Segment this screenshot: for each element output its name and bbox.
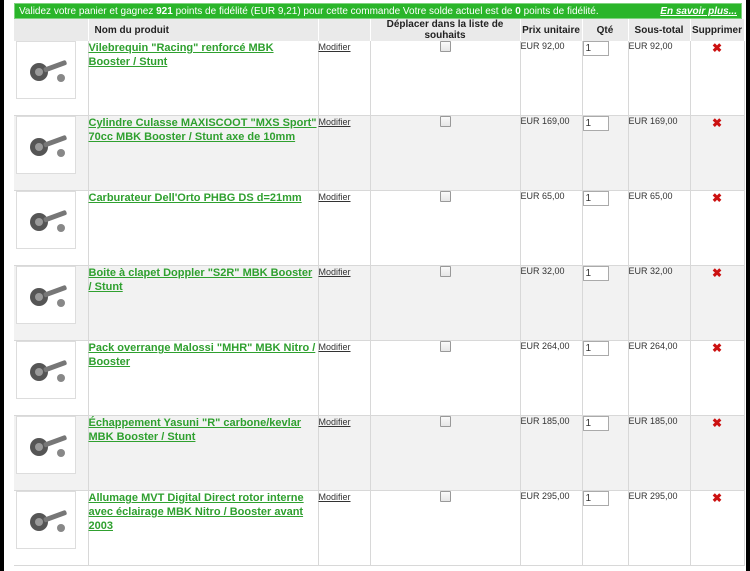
modify-link[interactable]: Modifier <box>319 117 351 127</box>
modify-link[interactable]: Modifier <box>319 417 351 427</box>
wishlist-checkbox[interactable] <box>439 416 451 427</box>
cart-frame: Validez votre panier et gagnez 921 point… <box>4 0 746 571</box>
cart-row: Cylindre Culasse MAXISCOOT "MXS Sport" 7… <box>14 115 745 191</box>
subtotal: EUR 264,00 <box>628 340 691 416</box>
loyalty-banner: Validez votre panier et gagnez 921 point… <box>14 3 742 19</box>
quantity-input[interactable]: 1 <box>582 266 609 281</box>
product-image[interactable] <box>16 116 76 174</box>
delete-icon[interactable]: ✖ <box>712 41 722 55</box>
product-image[interactable] <box>16 341 76 399</box>
delete-icon[interactable]: ✖ <box>712 191 722 205</box>
quantity-input[interactable]: 1 <box>582 491 609 506</box>
cart-row: Boite à clapet Doppler "S2R" MBK Booster… <box>14 265 745 341</box>
wishlist-checkbox[interactable] <box>439 116 451 127</box>
quantity-input[interactable]: 1 <box>582 341 609 356</box>
banner-text-3: points de fidélité. <box>520 6 599 17</box>
banner-text-2: points de fidélité (EUR 9,21) pour cette… <box>172 6 516 17</box>
col-modify <box>318 19 371 41</box>
product-name-link[interactable]: Vilebrequin "Racing" renforcé MBK Booste… <box>89 42 274 68</box>
subtotal: EUR 65,00 <box>628 190 691 266</box>
product-name-link[interactable]: Allumage MVT Digital Direct rotor intern… <box>89 492 304 532</box>
cart-table: Nom du produit Déplacer dans la liste de… <box>14 19 745 566</box>
col-subtotal: Sous-total <box>628 19 691 41</box>
subtotal: EUR 32,00 <box>628 265 691 341</box>
unit-price: EUR 169,00 <box>520 115 583 191</box>
delete-icon[interactable]: ✖ <box>712 491 722 505</box>
col-unit-price: Prix unitaire <box>520 19 583 41</box>
subtotal: EUR 169,00 <box>628 115 691 191</box>
col-qty: Qté <box>582 19 629 41</box>
unit-price: EUR 264,00 <box>520 340 583 416</box>
learn-more-link[interactable]: En savoir plus... <box>660 4 737 20</box>
modify-link[interactable]: Modifier <box>319 492 351 502</box>
modify-link[interactable]: Modifier <box>319 192 351 202</box>
quantity-input[interactable]: 1 <box>582 416 609 431</box>
cart-row: Pack overrange Malossi "MHR" MBK Nitro /… <box>14 340 745 416</box>
cart-row: Échappement Yasuni "R" carbone/kevlar MB… <box>14 415 745 491</box>
delete-icon[interactable]: ✖ <box>712 116 722 130</box>
col-delete: Supprimer <box>690 19 745 41</box>
modify-link[interactable]: Modifier <box>319 342 351 352</box>
delete-icon[interactable]: ✖ <box>712 341 722 355</box>
unit-price: EUR 65,00 <box>520 190 583 266</box>
wishlist-checkbox[interactable] <box>439 341 451 352</box>
product-name-link[interactable]: Échappement Yasuni "R" carbone/kevlar MB… <box>89 417 302 443</box>
product-image[interactable] <box>16 416 76 474</box>
wishlist-checkbox[interactable] <box>439 266 451 277</box>
product-image[interactable] <box>16 191 76 249</box>
product-name-link[interactable]: Pack overrange Malossi "MHR" MBK Nitro /… <box>89 342 316 368</box>
wishlist-checkbox[interactable] <box>439 41 451 52</box>
modify-link[interactable]: Modifier <box>319 42 351 52</box>
delete-icon[interactable]: ✖ <box>712 266 722 280</box>
quantity-input[interactable]: 1 <box>582 191 609 206</box>
product-image[interactable] <box>16 491 76 549</box>
cart-row: Allumage MVT Digital Direct rotor intern… <box>14 490 745 566</box>
col-product-name: Nom du produit <box>88 19 319 41</box>
wishlist-checkbox[interactable] <box>439 191 451 202</box>
delete-icon[interactable]: ✖ <box>712 416 722 430</box>
product-image[interactable] <box>16 266 76 324</box>
product-name-link[interactable]: Carburateur Dell'Orto PHBG DS d=21mm <box>89 192 302 204</box>
subtotal: EUR 295,00 <box>628 490 691 566</box>
unit-price: EUR 185,00 <box>520 415 583 491</box>
unit-price: EUR 32,00 <box>520 265 583 341</box>
quantity-input[interactable]: 1 <box>582 41 609 56</box>
table-header: Nom du produit Déplacer dans la liste de… <box>14 19 745 41</box>
quantity-input[interactable]: 1 <box>582 116 609 131</box>
product-name-link[interactable]: Boite à clapet Doppler "S2R" MBK Booster… <box>89 267 313 293</box>
banner-text-1: Validez votre panier et gagnez <box>19 6 157 17</box>
modify-link[interactable]: Modifier <box>319 267 351 277</box>
subtotal: EUR 185,00 <box>628 415 691 491</box>
col-wishlist: Déplacer dans la liste de souhaits <box>370 19 521 41</box>
product-image[interactable] <box>16 41 76 99</box>
product-name-link[interactable]: Cylindre Culasse MAXISCOOT "MXS Sport" 7… <box>89 117 317 143</box>
col-image <box>14 19 89 41</box>
subtotal: EUR 92,00 <box>628 41 691 116</box>
banner-points: 921 <box>156 6 173 17</box>
unit-price: EUR 92,00 <box>520 41 583 116</box>
wishlist-checkbox[interactable] <box>439 491 451 502</box>
unit-price: EUR 295,00 <box>520 490 583 566</box>
cart-row: Carburateur Dell'Orto PHBG DS d=21mm Mod… <box>14 190 745 266</box>
cart-row: Vilebrequin "Racing" renforcé MBK Booste… <box>14 41 745 116</box>
